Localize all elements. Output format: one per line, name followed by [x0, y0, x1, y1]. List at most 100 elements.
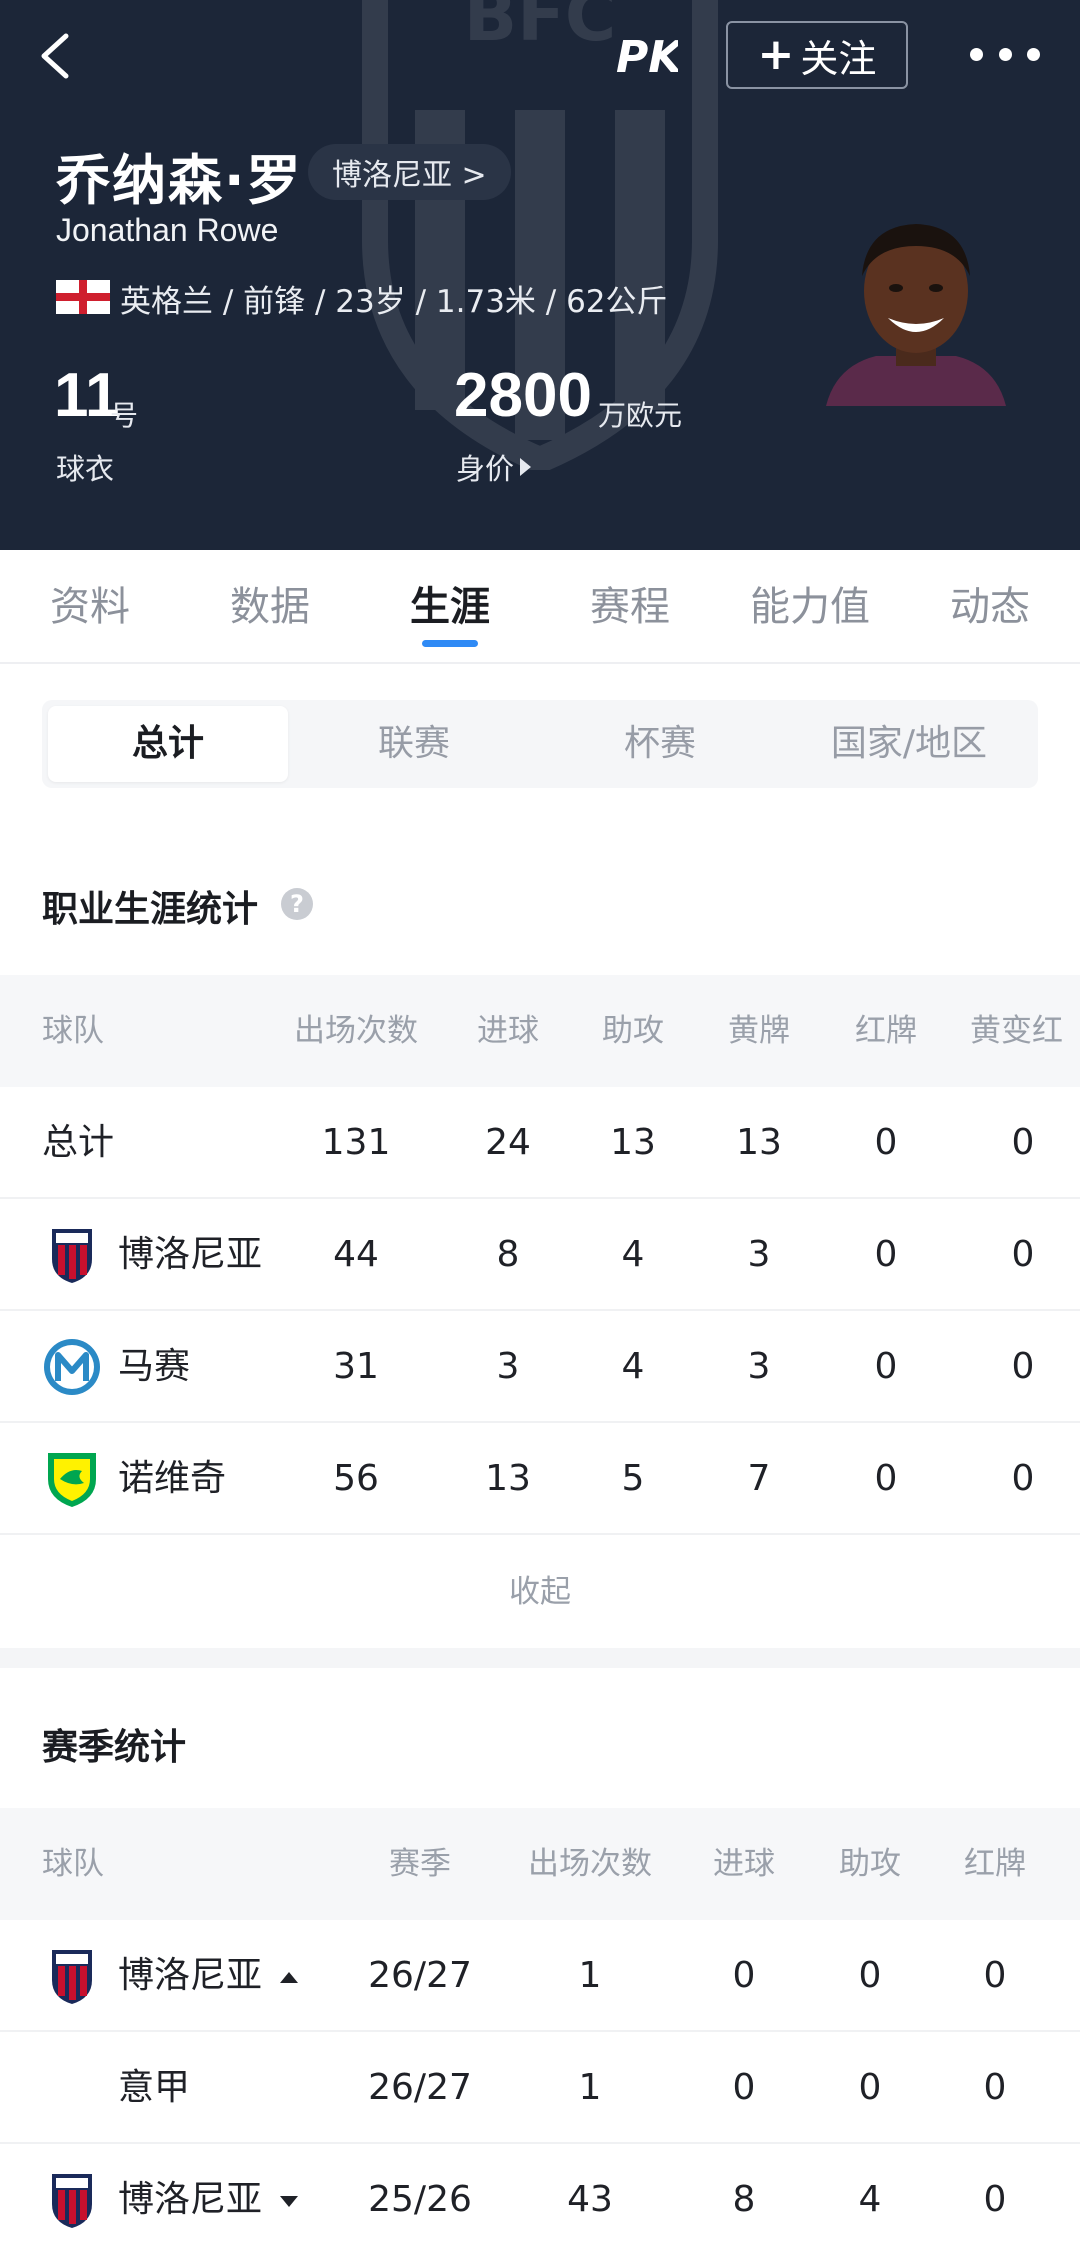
- second-yellow: 0: [1011, 1234, 1035, 1275]
- yellow-cards: 3: [747, 1346, 771, 1387]
- dot: [1027, 47, 1040, 61]
- apps: 43: [567, 2179, 613, 2220]
- col-team: 球队: [42, 1013, 104, 1049]
- red-cards: 0: [874, 1458, 898, 1499]
- jersey-label: 球衣: [56, 452, 115, 486]
- club-link[interactable]: 博洛尼亚 >: [308, 144, 511, 200]
- help-icon[interactable]: ?: [281, 888, 313, 920]
- team-name: 马赛: [118, 1346, 191, 1387]
- player-info: 英格兰 / 前锋 / 23岁 / 1.73米 / 62公斤: [120, 284, 668, 320]
- player-photo: [826, 224, 1006, 406]
- table-row[interactable]: 博洛尼亚 26/27 1 0 0 0: [0, 1920, 1080, 2032]
- career-table-header: 球队 出场次数 进球 助攻 黄牌 红牌 黄变红: [0, 975, 1080, 1087]
- market-value-unit: 万欧元: [598, 399, 683, 432]
- yellow-cards: 7: [747, 1458, 771, 1499]
- team-name: 总计: [42, 1122, 115, 1163]
- assists: 0: [858, 1955, 882, 1996]
- apps: 31: [333, 1346, 379, 1387]
- second-yellow: 0: [1011, 1458, 1035, 1499]
- table-row[interactable]: 马赛 31 3 4 3 0 0: [0, 1311, 1080, 1423]
- assists: 4: [621, 1234, 645, 1275]
- col-goals: 进球: [713, 1846, 775, 1882]
- season: 26/27: [368, 1955, 472, 1996]
- red-cards: 0: [983, 1955, 1007, 1996]
- marseille-logo-icon: [44, 1339, 100, 1395]
- assists: 4: [858, 2179, 882, 2220]
- goals: 3: [496, 1346, 520, 1387]
- apps: 56: [333, 1458, 379, 1499]
- follow-label: 关注: [800, 36, 877, 81]
- market-value-label: 身价: [456, 452, 515, 486]
- season-table-header: 球队 赛季 出场次数 进球 助攻 红牌: [0, 1808, 1080, 1920]
- section-divider: [0, 1648, 1080, 1668]
- col-assists: 助攻: [839, 1846, 901, 1882]
- bologna-logo-icon: [52, 1950, 92, 2004]
- collapse-triangle-icon: [280, 1971, 299, 1983]
- goals: 24: [485, 1122, 531, 1163]
- player-name: 乔纳森·罗: [56, 149, 303, 212]
- subtab-total[interactable]: 总计: [48, 706, 288, 782]
- back-icon[interactable]: [30, 28, 86, 84]
- goals: 0: [732, 2067, 756, 2108]
- yellow-cards: 13: [736, 1122, 782, 1163]
- goals: 8: [732, 2179, 756, 2220]
- yellow-cards: 3: [747, 1234, 771, 1275]
- active-tab-indicator: [422, 640, 478, 647]
- col-team: 球队: [42, 1846, 104, 1882]
- red-cards: 0: [983, 2179, 1007, 2220]
- apps: 1: [578, 2067, 602, 2108]
- assists: 13: [610, 1122, 656, 1163]
- table-row[interactable]: 诺维奇 56 13 5 7 0 0: [0, 1423, 1080, 1535]
- main-tabs: 资料 数据 生涯 赛程 能力值 动态: [0, 550, 1080, 664]
- assists: 5: [621, 1458, 645, 1499]
- market-value-link[interactable]: 身价: [456, 446, 532, 488]
- team-name: 博洛尼亚: [118, 1234, 263, 1275]
- tab-ability[interactable]: 能力值: [730, 550, 890, 664]
- season-stats-title: 赛季统计: [42, 1727, 187, 1768]
- col-apps: 出场次数: [528, 1846, 652, 1882]
- tab-profile[interactable]: 资料: [20, 550, 160, 664]
- red-cards: 0: [874, 1122, 898, 1163]
- team-name: 诺维奇: [118, 1458, 227, 1499]
- subtab-cup[interactable]: 杯赛: [540, 706, 780, 782]
- red-cards: 0: [874, 1234, 898, 1275]
- second-yellow: 0: [1011, 1122, 1035, 1163]
- follow-button[interactable]: + 关注: [726, 21, 908, 89]
- dot: [998, 47, 1012, 61]
- market-value: 2800: [454, 361, 592, 430]
- table-row[interactable]: 意甲 26/27 1 0 0 0: [0, 2032, 1080, 2144]
- red-cards: 0: [874, 1346, 898, 1387]
- career-stats-title: 职业生涯统计: [42, 889, 259, 930]
- collapse-button[interactable]: 收起: [0, 1536, 1080, 1648]
- second-yellow: 0: [1011, 1346, 1035, 1387]
- subtab-league[interactable]: 联赛: [294, 706, 534, 782]
- table-row[interactable]: 博洛尼亚 25/26 43 8 4 0: [0, 2144, 1080, 2256]
- goals: 13: [485, 1458, 531, 1499]
- team-name: 博洛尼亚: [118, 1955, 263, 1996]
- team-cell[interactable]: 博洛尼亚: [118, 1920, 299, 2032]
- apps: 44: [333, 1234, 379, 1275]
- col-goals: 进球: [477, 1013, 539, 1049]
- assists: 4: [621, 1346, 645, 1387]
- col-red: 红牌: [964, 1846, 1026, 1882]
- player-name-english: Jonathan Rowe: [56, 212, 279, 248]
- competition-name: 意甲: [118, 2067, 191, 2108]
- team-cell[interactable]: 博洛尼亚: [118, 2144, 299, 2256]
- subtab-national[interactable]: 国家/地区: [786, 706, 1032, 782]
- tab-news[interactable]: 动态: [920, 550, 1060, 664]
- season: 25/26: [368, 2179, 472, 2220]
- tab-schedule[interactable]: 赛程: [560, 550, 700, 664]
- pk-logo-text: PK: [616, 32, 678, 83]
- caret-right-icon: [520, 458, 532, 476]
- col-assists: 助攻: [602, 1013, 664, 1049]
- team-name: 博洛尼亚: [118, 2179, 263, 2220]
- red-cards: 0: [983, 2067, 1007, 2108]
- expand-triangle-icon: [280, 2195, 299, 2207]
- table-row[interactable]: 博洛尼亚 44 8 4 3 0 0: [0, 1199, 1080, 1311]
- career-filter-tabs: 总计 联赛 杯赛 国家/地区: [42, 700, 1038, 788]
- table-row[interactable]: 总计 131 24 13 13 0 0: [0, 1087, 1080, 1199]
- more-options-icon[interactable]: [970, 34, 1040, 74]
- dot: [970, 47, 983, 61]
- tab-stats[interactable]: 数据: [200, 550, 340, 664]
- apps: 1: [578, 1955, 602, 1996]
